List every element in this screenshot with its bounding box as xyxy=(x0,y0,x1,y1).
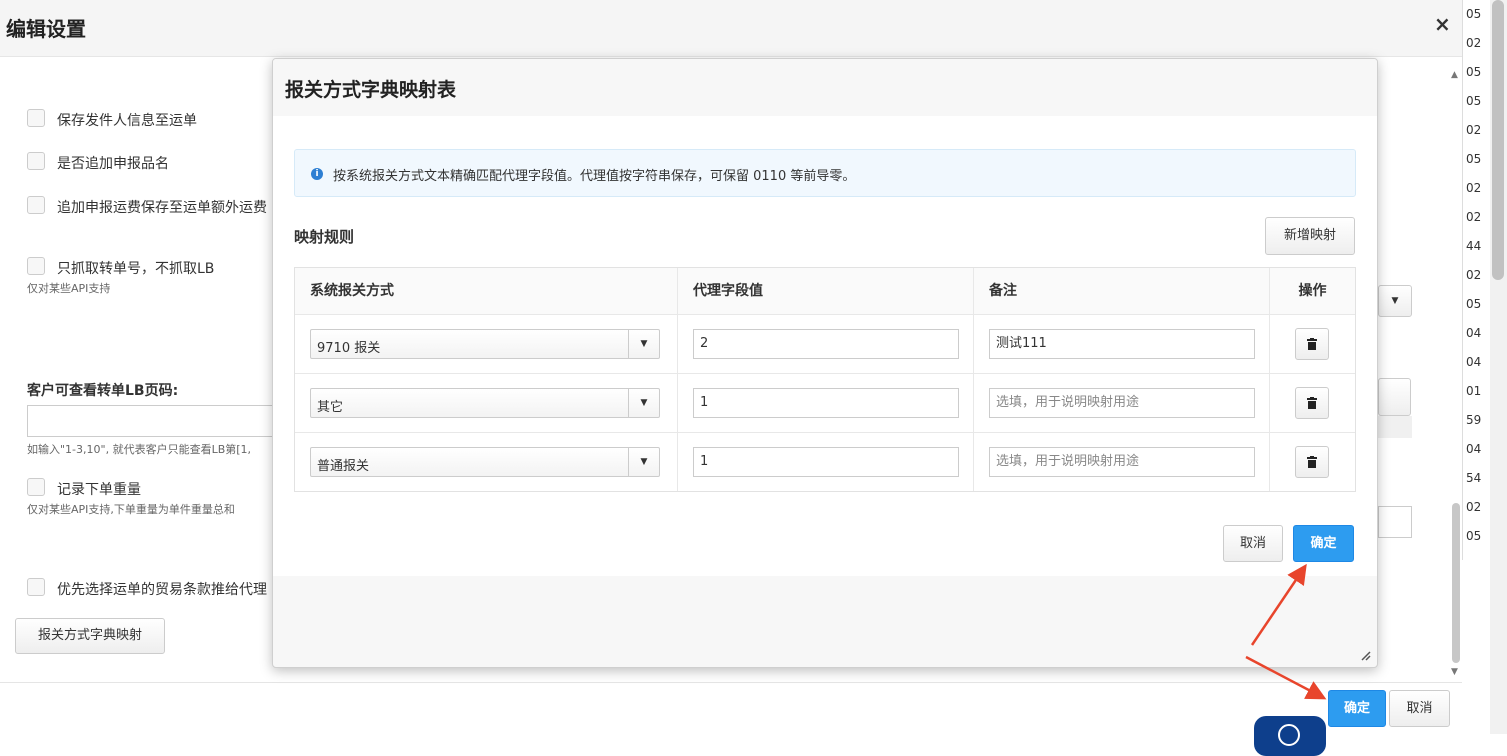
annotation-arrows xyxy=(1245,563,1327,700)
annotation-arrow-right xyxy=(1245,655,1327,700)
annotation-arrow-up xyxy=(1250,563,1307,646)
